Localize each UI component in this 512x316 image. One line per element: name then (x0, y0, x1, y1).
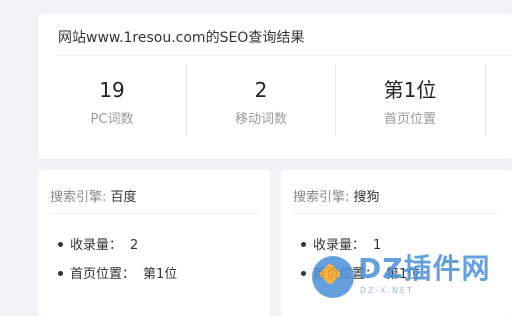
item-label: 首页位置： (70, 267, 136, 282)
stat-homepage-rank-label: 首页位置 (383, 112, 436, 127)
stat-pc-keywords: 19 PC词数 (38, 64, 186, 136)
list-item-homepage-rank: 首页位置： 第1位 (58, 267, 177, 283)
list-item-homepage-rank: 首页位置： 第1位 (301, 267, 420, 283)
engine-key-label: 搜索引擎: (50, 190, 107, 205)
bullet-icon (58, 271, 63, 276)
item-value: 第1位 (143, 267, 178, 282)
seo-result-page: 网站www.1resou.com的SEO查询结果 19 PC词数 2 移动词数 … (0, 0, 512, 316)
list-item-index-count: 收录量： 2 (58, 238, 138, 254)
stat-mobile-keywords-label: 移动词数 (234, 112, 287, 127)
engine-divider (293, 213, 500, 214)
engine-card-baidu: 搜索引擎: 百度 收录量： 2 首页位置： 第1位 (38, 170, 270, 316)
bullet-icon (301, 242, 306, 247)
summary-title: 网站www.1resou.com的SEO查询结果 (58, 30, 305, 46)
item-value: 2 (130, 238, 139, 253)
item-label: 首页位置： (313, 267, 379, 282)
engine-key-label: 搜索引擎: (293, 190, 350, 205)
engine-name: 百度 (110, 190, 137, 205)
item-label: 收录量： (70, 238, 123, 253)
bullet-icon (301, 271, 306, 276)
seo-summary-card: 网站www.1resou.com的SEO查询结果 19 PC词数 2 移动词数 … (38, 14, 512, 159)
item-value: 1 (373, 238, 382, 253)
list-item-index-count: 收录量： 1 (301, 238, 381, 254)
engine-header: 搜索引擎: 搜狗 (293, 186, 380, 205)
engine-card-sogou: 搜索引擎: 搜狗 收录量： 1 首页位置： 第1位 (281, 170, 512, 316)
stat-separator (485, 64, 486, 136)
engine-header: 搜索引擎: 百度 (50, 186, 137, 205)
stat-mobile-keywords: 2 移动词数 (187, 64, 335, 136)
summary-divider (58, 55, 512, 56)
item-value: 第1位 (386, 267, 421, 282)
stat-pc-keywords-value: 19 (99, 78, 125, 102)
engine-divider (50, 213, 258, 214)
stat-homepage-rank-value: 第1位 (383, 78, 437, 102)
bullet-icon (58, 242, 63, 247)
item-label: 收录量： (313, 238, 366, 253)
stat-mobile-keywords-value: 2 (254, 78, 268, 102)
stat-homepage-rank: 第1位 首页位置 (336, 64, 484, 136)
engine-name: 搜狗 (353, 190, 380, 205)
stat-pc-keywords-label: PC词数 (90, 112, 134, 127)
